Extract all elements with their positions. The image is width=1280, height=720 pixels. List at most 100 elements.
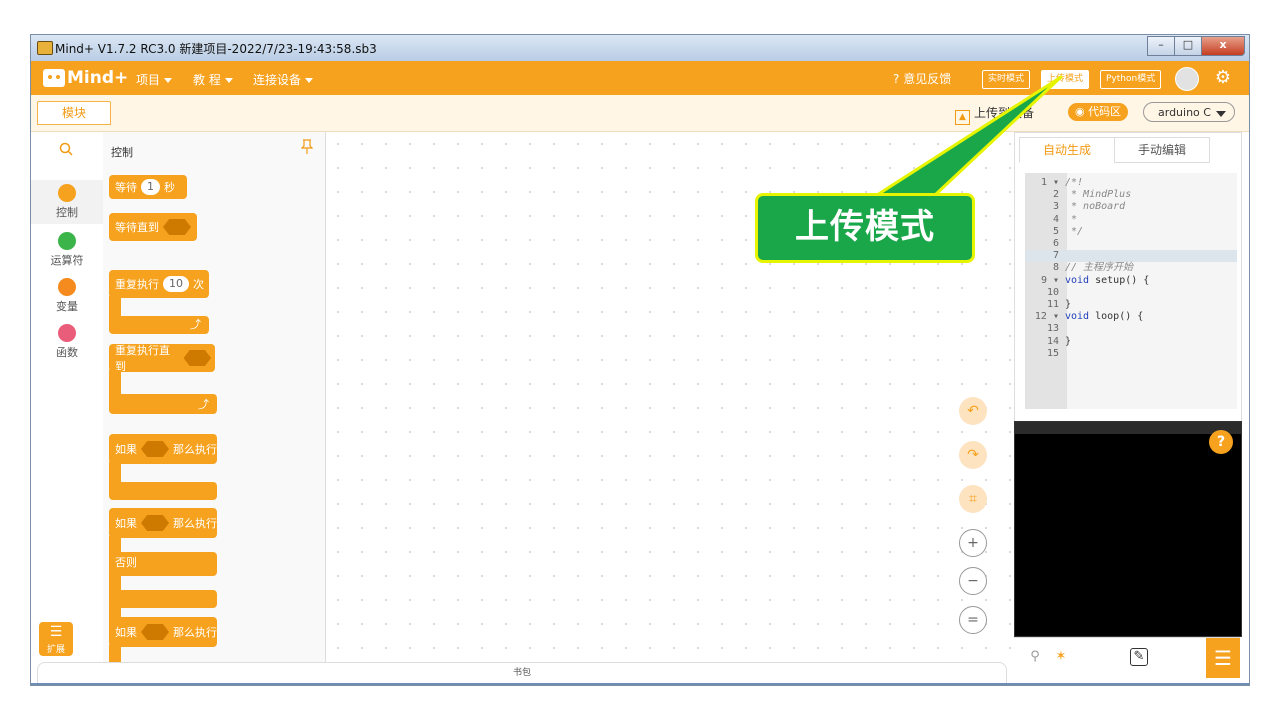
line-number: 4 (1052, 213, 1059, 225)
mode-upload[interactable]: 上传模式 (1041, 70, 1090, 89)
search-icon[interactable] (59, 142, 73, 156)
code-tabs: 自动生成 手动编辑 (1019, 137, 1210, 163)
title-bar: Mind+ V1.7.2 RC3.0 新建项目-2022/7/23-19:43:… (31, 35, 1249, 62)
redo-icon[interactable]: ↷ (959, 441, 987, 469)
app-icon (37, 41, 53, 55)
block-wait[interactable]: 等待 1 秒 (109, 175, 187, 199)
maximize-button[interactable]: □ (1174, 36, 1202, 56)
line-number: 12 ▾ (1034, 311, 1059, 323)
line-number: 5 (1052, 225, 1059, 237)
block-if-else[interactable]: 如果 那么执行 否则 (109, 508, 217, 628)
category-dot-icon (58, 184, 76, 202)
block-wait-until[interactable]: 等待直到 (109, 213, 197, 241)
status-bar (31, 683, 1249, 685)
undo-icon[interactable]: ↶ (959, 397, 987, 425)
condition-slot (183, 350, 211, 366)
question-circle-icon: ? (893, 72, 900, 86)
close-button[interactable]: x (1201, 36, 1245, 56)
code-line: 15 (1025, 348, 1237, 360)
code-line: 5 */ (1025, 226, 1237, 238)
mode-realtime[interactable]: 实时模式 (982, 70, 1031, 89)
block-if-then-2[interactable]: 如果 那么执行 (109, 617, 217, 662)
chevron-down-icon (164, 78, 173, 83)
menu-project[interactable]: 项目 (136, 71, 173, 88)
block-if-then[interactable]: 如果 那么执行 (109, 434, 217, 504)
line-number: 3 (1052, 201, 1059, 213)
eraser-icon[interactable]: ✎ (1130, 648, 1148, 666)
usb-icon[interactable]: ⚲ (1026, 648, 1044, 666)
category-operators[interactable]: 运算符 (31, 232, 103, 268)
upload-to-device-button[interactable]: ▲ 上传到设备 (955, 104, 1034, 125)
category-functions[interactable]: 函数 (31, 324, 103, 360)
line-number: 14 (1046, 335, 1059, 347)
minimize-button[interactable]: – (1147, 36, 1175, 56)
condition-slot (141, 515, 169, 531)
code-editor[interactable]: 1 ▾/*! 2 * MindPlus 3 * noBoard 4 * 5 */6 7 8/… (1025, 173, 1237, 409)
serial-monitor[interactable]: ? (1014, 421, 1242, 637)
help-icon[interactable]: ? (1209, 430, 1233, 454)
code-text: * MindPlus (1065, 189, 1132, 201)
line-number: 6 (1052, 238, 1059, 249)
editor-toolbar: 模块 ▲ 上传到设备 ◉ 代码区 arduino C (31, 95, 1249, 132)
category-dot-icon (58, 232, 76, 250)
serial-toggle-icon[interactable]: ✶ (1052, 648, 1070, 666)
palette-title: 控制 (111, 146, 133, 159)
tab-blocks[interactable]: 模块 (37, 101, 111, 125)
pin-icon[interactable] (301, 139, 313, 155)
category-variables[interactable]: 变量 (31, 278, 103, 314)
code-panel: 自动生成 手动编辑 1 ▾/*! 2 * MindPlus 3 * noBoard 4… (1014, 132, 1242, 424)
user-avatar[interactable] (1175, 67, 1199, 91)
line-number: 2 (1052, 189, 1059, 201)
extensions-button[interactable]: ☰ 扩展 (39, 622, 73, 656)
code-line: 14} (1025, 336, 1237, 348)
robot-icon (43, 69, 65, 87)
upload-mode-callout: 上传模式 (755, 193, 975, 263)
chevron-down-icon (305, 78, 314, 83)
tab-manual-edit[interactable]: 手动编辑 (1114, 137, 1210, 163)
upload-arrow-icon: ▲ (955, 110, 970, 125)
zoom-reset-icon[interactable]: = (959, 606, 987, 634)
menu-tutorial[interactable]: 教 程 (193, 71, 233, 88)
serial-toolbar: ⚲ ✶ ✎ ☰ (1014, 637, 1240, 678)
code-line: 2 * MindPlus (1025, 189, 1237, 201)
window-title: Mind+ V1.7.2 RC3.0 新建项目-2022/7/23-19:43:… (55, 42, 377, 56)
code-line: 12 ▾ void loop() { (1025, 311, 1237, 323)
tab-auto-generate[interactable]: 自动生成 (1019, 137, 1115, 163)
category-control[interactable]: 控制 (31, 180, 103, 224)
code-line: 8 // 主程序开始 (1025, 262, 1237, 274)
board-select[interactable]: arduino C (1143, 102, 1235, 122)
line-number: 11 (1046, 299, 1059, 310)
block-repeat-until[interactable]: 重复执行直到 ⤴ (109, 344, 217, 414)
code-line: 3 * noBoard (1025, 201, 1237, 213)
loop-arrow-icon: ⤴ (198, 398, 209, 411)
code-text: /*! (1065, 177, 1084, 188)
list-menu-icon[interactable]: ☰ (1206, 638, 1240, 678)
category-sidebar: 控制 运算符 变量 函数 ☰ 扩展 (31, 132, 104, 662)
window-controls: – □ x (1147, 36, 1245, 56)
line-number: 1 ▾ (1040, 177, 1059, 188)
category-dot-icon (58, 324, 76, 342)
code-area-toggle[interactable]: ◉ 代码区 (1068, 103, 1129, 121)
block-palette: 控制 等待 1 秒 等待直到 重复执行 10 次 ⤴ 重复执行直到 ⤴ 如果 那么执行 如… (103, 132, 326, 662)
line-number: 10 (1046, 286, 1059, 298)
block-repeat[interactable]: 重复执行 10 次 ⤴ (109, 270, 217, 340)
crop-icon[interactable]: ⌗ (959, 485, 987, 513)
zoom-out-icon[interactable]: − (959, 567, 987, 595)
line-number: 13 (1046, 323, 1059, 335)
check-circle-icon: ◉ (1075, 105, 1085, 118)
gear-icon[interactable]: ⚙ (1213, 68, 1233, 88)
mode-python[interactable]: Python模式 (1100, 70, 1162, 89)
category-dot-icon (58, 278, 76, 296)
condition-slot (141, 441, 169, 457)
chevron-down-icon (224, 78, 233, 83)
code-text: void setup() { (1065, 274, 1150, 286)
menu-connect-device[interactable]: 连接设备 (253, 71, 314, 88)
backpack-tab[interactable]: 书包 (37, 662, 1007, 684)
menu-bar: Mind+ 项目 教 程 连接设备 ? 意见反馈 实时模式 上传模式 Pytho… (31, 61, 1249, 95)
code-line: 13 (1025, 323, 1237, 335)
code-text: } (1065, 335, 1072, 347)
condition-slot (141, 624, 169, 640)
zoom-in-icon[interactable]: + (959, 529, 987, 557)
feedback-link[interactable]: ? 意见反馈 (893, 70, 951, 87)
code-line: 1 ▾ /*! (1025, 177, 1237, 189)
